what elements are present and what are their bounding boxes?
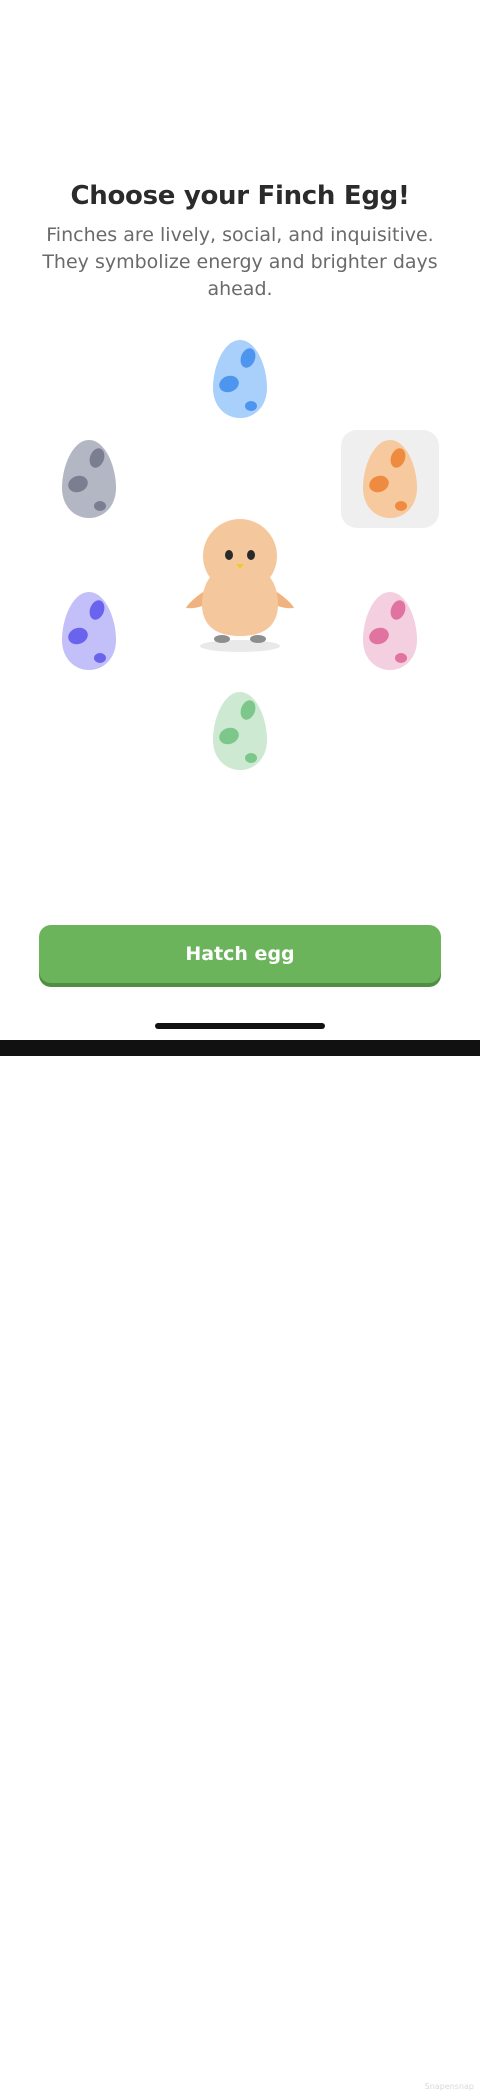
home-indicator[interactable] <box>155 1023 325 1029</box>
orange-egg-icon <box>363 440 417 518</box>
egg-option-blue[interactable] <box>191 330 289 428</box>
egg-option-green[interactable] <box>191 682 289 780</box>
egg-selection-screen: Choose your Finch Egg! Finches are livel… <box>0 0 480 1040</box>
green-egg-icon <box>213 692 267 770</box>
finch-mascot-icon <box>186 519 294 652</box>
page-subtitle: Finches are lively, social, and inquisit… <box>42 224 438 300</box>
gray-egg-icon <box>62 440 116 518</box>
page-title: Choose your Finch Egg! <box>70 181 410 211</box>
blue-egg-icon <box>213 340 267 418</box>
egg-option-purple[interactable] <box>40 582 138 680</box>
egg-option-orange[interactable] <box>341 430 439 528</box>
footer-bar: Snapensnap <box>0 1040 480 2091</box>
hatch-egg-button[interactable]: Hatch egg <box>39 925 441 983</box>
purple-egg-icon <box>62 592 116 670</box>
egg-option-pink[interactable] <box>341 582 439 680</box>
egg-option-gray[interactable] <box>40 430 138 528</box>
watermark-text: Snapensnap <box>424 2082 474 2091</box>
pink-egg-icon <box>363 592 417 670</box>
